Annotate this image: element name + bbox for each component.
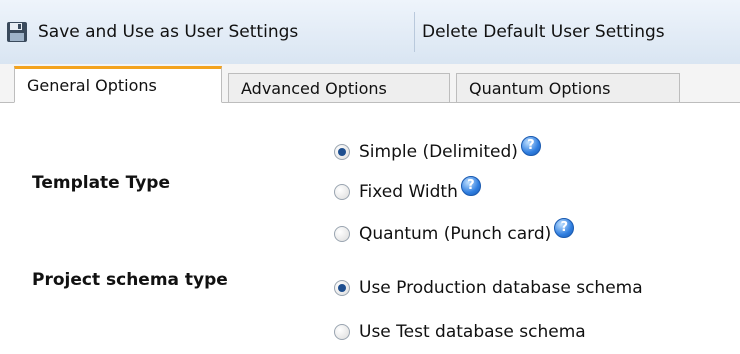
toolbar-divider [414, 12, 415, 52]
help-icon[interactable]: ? [554, 218, 575, 238]
delete-button-label: Delete Default User Settings [422, 22, 665, 42]
help-icon[interactable]: ? [520, 136, 541, 156]
radio-button-selected[interactable] [334, 144, 350, 160]
option-label: Fixed Width [359, 182, 458, 202]
option-label: Use Test database schema [359, 322, 586, 342]
option-label: Quantum (Punch card) [359, 224, 552, 244]
radio-button[interactable] [334, 226, 350, 242]
tab-advanced-options[interactable]: Advanced Options [228, 73, 450, 103]
tab-general-options[interactable]: General Options [14, 66, 222, 103]
tab-bar: General Options Advanced Options Quantum… [0, 64, 740, 103]
toolbar: Save and Use as User Settings Delete Def… [0, 0, 740, 65]
delete-default-settings-button[interactable]: Delete Default User Settings [422, 12, 665, 52]
tab-label: General Options [27, 76, 157, 95]
template-type-label: Template Type [32, 173, 170, 193]
radio-button-selected[interactable] [334, 280, 350, 296]
radio-button[interactable] [334, 184, 350, 200]
template-type-option-quantum[interactable]: Quantum (Punch card) ? [334, 218, 575, 244]
schema-option-production[interactable]: Use Production database schema [334, 278, 643, 298]
help-icon[interactable]: ? [460, 176, 481, 196]
option-label: Simple (Delimited) [359, 142, 518, 162]
save-button-label: Save and Use as User Settings [38, 22, 299, 42]
save-user-settings-button[interactable]: Save and Use as User Settings [6, 12, 298, 52]
template-type-option-fixed-width[interactable]: Fixed Width ? [334, 176, 481, 202]
template-type-option-simple[interactable]: Simple (Delimited) ? [334, 136, 541, 162]
floppy-disk-icon [7, 22, 27, 42]
tab-label: Advanced Options [241, 78, 387, 98]
project-schema-type-label: Project schema type [32, 270, 228, 290]
schema-option-test[interactable]: Use Test database schema [334, 322, 586, 342]
radio-button[interactable] [334, 324, 350, 340]
option-label: Use Production database schema [359, 278, 643, 298]
tab-label: Quantum Options [469, 78, 611, 98]
tab-quantum-options[interactable]: Quantum Options [456, 73, 680, 103]
